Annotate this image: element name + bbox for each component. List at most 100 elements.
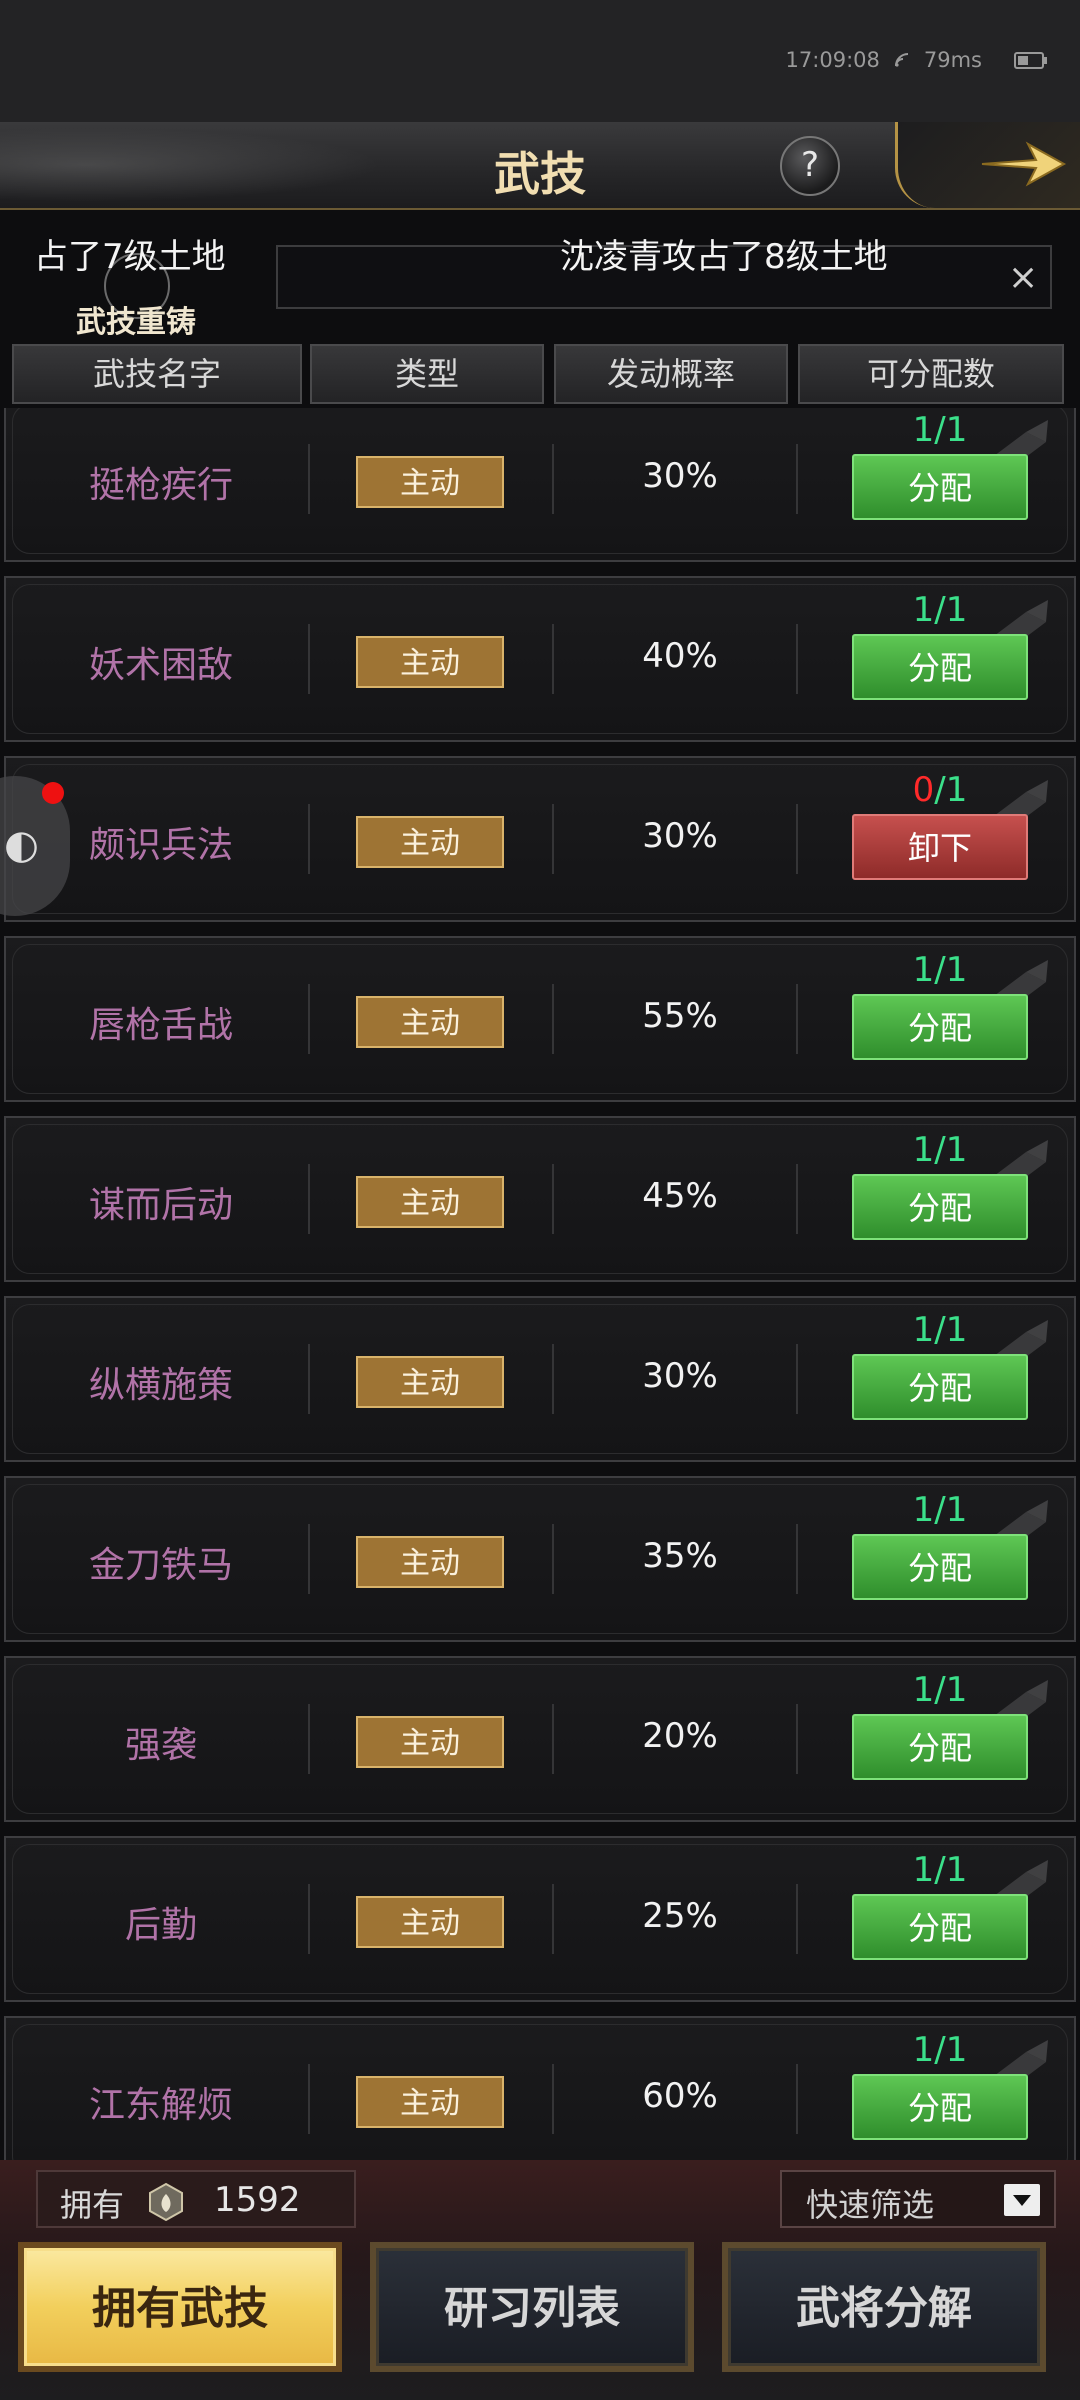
divider [552,624,554,694]
available-count: 1/1 [852,950,1028,990]
skill-list[interactable]: 挺枪疾行 主动 30% 1/1 分配 妖术困敌 主动 40% 1/1 分配 颇识兵法 主动 30% 0/1… [0,408,1080,2160]
skill-row[interactable]: 谋而后动 主动 45% 1/1 分配 [4,1116,1076,1282]
available-count: 1/1 [852,590,1028,630]
count-separator: / [934,2030,946,2070]
column-header-type[interactable]: 类型 [310,344,544,404]
skill-type-badge: 主动 [356,456,504,508]
skill-row[interactable]: 纵横施策 主动 30% 1/1 分配 [4,1296,1076,1462]
skill-row[interactable]: 妖术困敌 主动 40% 1/1 分配 [4,576,1076,742]
skill-row[interactable]: 江东解烦 主动 60% 1/1 分配 [4,2016,1076,2160]
count-separator: / [934,590,946,630]
divider [796,624,798,694]
assign-button[interactable]: 分配 [852,454,1028,520]
divider [552,1704,554,1774]
available-number: 1 [912,2030,935,2070]
divider [796,444,798,514]
assign-button[interactable]: 分配 [852,1534,1028,1600]
skill-row[interactable]: 强袭 主动 20% 1/1 分配 [4,1656,1076,1822]
quick-filter-label: 快速筛选 [806,2186,935,2224]
count-separator: / [934,410,946,450]
signal-icon [894,53,908,67]
skill-name: 强袭 [124,1725,197,1766]
total-number: 1 [945,950,968,990]
trigger-rate: 40% [642,636,718,676]
count-separator: / [934,1310,946,1350]
trigger-rate: 30% [642,816,718,856]
assign-button[interactable]: 分配 [852,1714,1028,1780]
broadcast-message-right: 沈凌青攻占了8级土地 [560,237,888,277]
assign-button[interactable]: 分配 [852,994,1028,1060]
divider [308,1704,310,1774]
column-header-rate[interactable]: 发动概率 [554,344,788,404]
reforge-label[interactable]: 武技重铸 [76,297,196,341]
close-icon[interactable]: × [1008,257,1038,298]
divider [552,2064,554,2134]
total-number: 1 [945,1490,968,1530]
owned-value: 1592 [214,2180,301,2220]
skill-name: 谋而后动 [88,1185,233,1226]
skill-type-badge: 主动 [356,1536,504,1588]
divider [796,1164,798,1234]
skill-row[interactable]: 金刀铁马 主动 35% 1/1 分配 [4,1476,1076,1642]
column-header-name[interactable]: 武技名字 [12,344,302,404]
column-header-available[interactable]: 可分配数 [798,344,1064,404]
divider [308,444,310,514]
divider [308,804,310,874]
divider [796,1884,798,1954]
total-number: 1 [945,2030,968,2070]
quick-filter-dropdown[interactable]: 快速筛选 [780,2170,1056,2228]
divider [796,984,798,1054]
available-number: 1 [912,1850,935,1890]
divider [552,444,554,514]
total-number: 1 [945,1670,968,1710]
available-count: 1/1 [852,1490,1028,1530]
unload-button[interactable]: 卸下 [852,814,1028,880]
divider [308,1524,310,1594]
arrow-right-icon [981,141,1067,187]
back-button[interactable] [895,122,1080,208]
tab-study-list[interactable]: 研习列表 [370,2242,694,2372]
assign-button[interactable]: 分配 [852,634,1028,700]
available-count: 1/1 [852,1130,1028,1170]
total-number: 1 [945,1130,968,1170]
divider [308,2064,310,2134]
owned-label: 拥有 [60,2186,125,2224]
owned-counter: 拥有 1592 [36,2170,356,2228]
skill-row[interactable]: 颇识兵法 主动 30% 0/1 卸下 [4,756,1076,922]
assign-button[interactable]: 分配 [852,1894,1028,1960]
skill-type-badge: 主动 [356,2076,504,2128]
trigger-rate: 45% [642,1176,718,1216]
tab-general-decompose[interactable]: 武将分解 [722,2242,1046,2372]
available-number: 1 [912,590,935,630]
count-separator: / [934,1670,946,1710]
skill-type-badge: 主动 [356,1356,504,1408]
assign-button[interactable]: 分配 [852,1354,1028,1420]
skill-type-badge: 主动 [356,996,504,1048]
skill-name: 金刀铁马 [88,1545,233,1586]
available-number: 1 [912,950,935,990]
trigger-rate: 55% [642,996,718,1036]
available-count: 0/1 [852,770,1028,810]
trigger-rate: 60% [642,2076,718,2116]
available-number: 1 [912,1670,935,1710]
divider [796,1524,798,1594]
assign-button[interactable]: 分配 [852,1174,1028,1240]
divider [552,1524,554,1594]
divider [308,1344,310,1414]
divider [552,1164,554,1234]
divider [796,1704,798,1774]
trigger-rate: 30% [642,1356,718,1396]
assign-button[interactable]: 分配 [852,2074,1028,2140]
skill-row[interactable]: 唇枪舌战 主动 55% 1/1 分配 [4,936,1076,1102]
available-count: 1/1 [852,2030,1028,2070]
help-button[interactable]: ? [780,136,840,196]
status-time: 17:09:08 [785,48,880,72]
divider [796,2064,798,2134]
count-separator: / [934,770,946,810]
divider [552,804,554,874]
available-number: 0 [912,770,935,810]
skill-row[interactable]: 挺枪疾行 主动 30% 1/1 分配 [4,408,1076,562]
skill-row[interactable]: 后勤 主动 25% 1/1 分配 [4,1836,1076,2002]
status-info: 17:09:08 79ms [785,48,1047,72]
tab-owned-skills[interactable]: 拥有武技 [18,2242,342,2372]
